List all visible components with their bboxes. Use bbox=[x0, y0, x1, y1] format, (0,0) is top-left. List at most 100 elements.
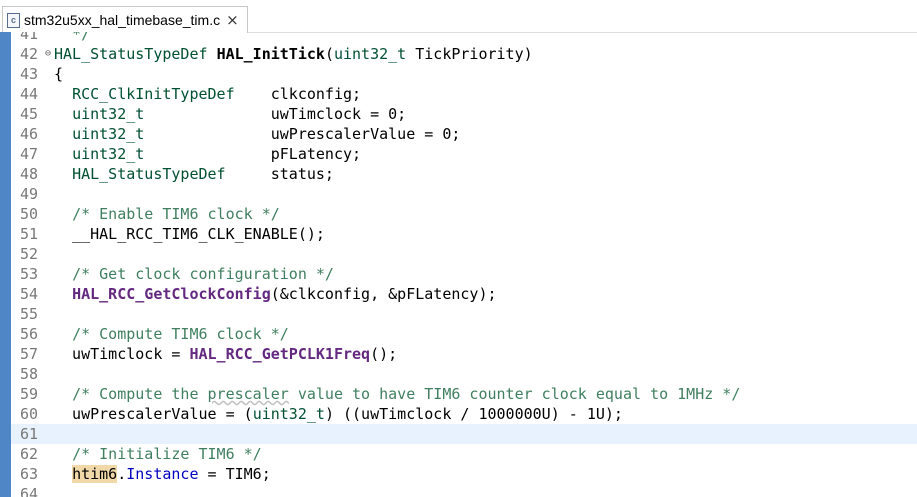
code-text: __HAL_RCC_TIM6_CLK_ENABLE(); bbox=[54, 224, 325, 244]
code-text: uwPrescalerValue = (uint32_t) ((uwTimclo… bbox=[54, 404, 623, 424]
line-number: 58 bbox=[20, 365, 39, 383]
code-line-53[interactable]: 53 /* Get clock configuration */ bbox=[11, 264, 917, 284]
line-number: 61 bbox=[20, 425, 39, 443]
code-text: */ bbox=[54, 32, 90, 44]
code-text: /* Enable TIM6 clock */ bbox=[54, 204, 280, 224]
code-line-45[interactable]: 45 uint32_t uwTimclock = 0; bbox=[11, 104, 917, 124]
code-line-43[interactable]: 43{ bbox=[11, 64, 917, 84]
code-text: uwTimclock = HAL_RCC_GetPCLK1Freq(); bbox=[54, 344, 397, 364]
code-token: (&clkconfig, &pFLatency); bbox=[270, 285, 497, 303]
code-token: clkconfig; bbox=[234, 85, 362, 103]
code-line-54[interactable]: 54 HAL_RCC_GetClockConfig(&clkconfig, &p… bbox=[11, 284, 917, 304]
code-token: */ bbox=[54, 32, 91, 43]
line-number: 64 bbox=[20, 485, 39, 497]
code-line-48[interactable]: 48 HAL_StatusTypeDef status; bbox=[11, 164, 917, 184]
code-token: /* Compute TIM6 clock */ bbox=[72, 325, 289, 343]
code-token: status; bbox=[225, 165, 334, 183]
code-token: /* Initialize TIM6 */ bbox=[72, 445, 262, 463]
code-token: pFLatency; bbox=[144, 145, 362, 163]
code-line-62[interactable]: 62 /* Initialize TIM6 */ bbox=[11, 444, 917, 464]
code-text: /* Compute the prescaler value to have T… bbox=[54, 384, 740, 404]
close-icon[interactable]: × bbox=[226, 11, 239, 29]
code-token: uwPrescalerValue = ( bbox=[54, 405, 253, 423]
code-line-49[interactable]: 49 bbox=[11, 184, 917, 204]
code-token: prescaler bbox=[207, 385, 289, 403]
code-text: /* Initialize TIM6 */ bbox=[54, 444, 262, 464]
c-file-icon: c bbox=[7, 12, 20, 28]
line-number: 49 bbox=[20, 185, 39, 203]
code-token: HAL_RCC_GetClockConfig bbox=[72, 285, 271, 303]
code-token: uint32_t bbox=[72, 125, 145, 143]
code-token: uint32_t bbox=[72, 145, 145, 163]
code-token: { bbox=[54, 65, 64, 83]
code-token: /* Enable TIM6 clock */ bbox=[72, 205, 280, 223]
code-line-64[interactable]: 64 bbox=[11, 484, 917, 497]
code-text: uint32_t uwPrescalerValue = 0; bbox=[54, 124, 460, 144]
code-line-63[interactable]: 63 htim6.Instance = TIM6; bbox=[11, 464, 917, 484]
line-number: 52 bbox=[20, 245, 39, 263]
line-number: 55 bbox=[20, 305, 39, 323]
code-token: TickPriority) bbox=[406, 45, 533, 63]
code-line-61[interactable]: 61 bbox=[11, 424, 917, 444]
code-token: (); bbox=[370, 345, 398, 363]
code-token: uint32_t bbox=[72, 105, 145, 123]
code-token: uint32_t bbox=[333, 45, 407, 63]
tab-title: stm32u5xx_hal_timebase_tim.c bbox=[24, 12, 221, 28]
code-token: . bbox=[117, 465, 127, 483]
code-text: RCC_ClkInitTypeDef clkconfig; bbox=[54, 84, 361, 104]
code-line-56[interactable]: 56 /* Compute TIM6 clock */ bbox=[11, 324, 917, 344]
code-editor[interactable]: 41 */42 ⊖ HAL_StatusTypeDef HAL_InitTick(u… bbox=[0, 32, 917, 497]
code-token: HAL_StatusTypeDef bbox=[72, 165, 226, 183]
code-line-52[interactable]: 52 bbox=[11, 244, 917, 264]
code-line-47[interactable]: 47 uint32_t pFLatency; bbox=[11, 144, 917, 164]
code-token: htim6 bbox=[72, 465, 118, 483]
code-text: uint32_t pFLatency; bbox=[54, 144, 361, 164]
code-line-59[interactable]: 59 /* Compute the prescaler value to hav… bbox=[11, 384, 917, 404]
code-line-42[interactable]: 42 ⊖ HAL_StatusTypeDef HAL_InitTick(uint32… bbox=[11, 44, 917, 64]
code-token: value to have TIM6 counter clock equal t… bbox=[288, 385, 741, 403]
code-token: ( bbox=[324, 45, 334, 63]
code-token: /* Get clock configuration */ bbox=[72, 265, 334, 283]
code-line-46[interactable]: 46 uint32_t uwPrescalerValue = 0; bbox=[11, 124, 917, 144]
code-token: HAL_RCC_GetPCLK1Freq bbox=[189, 345, 371, 363]
overview-ruler bbox=[0, 32, 11, 497]
code-text: HAL_RCC_GetClockConfig(&clkconfig, &pFLa… bbox=[54, 284, 497, 304]
editor-tab-bar: c stm32u5xx_hal_timebase_tim.c × bbox=[0, 0, 917, 33]
code-token: uwPrescalerValue = 0; bbox=[144, 125, 461, 143]
code-token: Instance bbox=[126, 465, 199, 483]
code-line-57[interactable]: 57 uwTimclock = HAL_RCC_GetPCLK1Freq(); bbox=[11, 344, 917, 364]
code-line-51[interactable]: 51 __HAL_RCC_TIM6_CLK_ENABLE(); bbox=[11, 224, 917, 244]
code-token: HAL_InitTick bbox=[216, 45, 325, 63]
code-text: htim6.Instance = TIM6; bbox=[54, 464, 271, 484]
code-token: = TIM6; bbox=[198, 465, 271, 483]
code-text: uint32_t uwTimclock = 0; bbox=[54, 104, 406, 124]
code-text: HAL_StatusTypeDef status; bbox=[54, 164, 334, 184]
code-line-44[interactable]: 44 RCC_ClkInitTypeDef clkconfig; bbox=[11, 84, 917, 104]
code-token: ) ((uwTimclock / 1000000U) - 1U); bbox=[324, 405, 623, 423]
code-line-58[interactable]: 58 bbox=[11, 364, 917, 384]
code-token: HAL_StatusTypeDef bbox=[54, 45, 208, 63]
code-line-41[interactable]: 41 */ bbox=[11, 32, 917, 44]
code-line-60[interactable]: 60 uwPrescalerValue = (uint32_t) ((uwTim… bbox=[11, 404, 917, 424]
code-text: HAL_StatusTypeDef HAL_InitTick(uint32_t … bbox=[54, 44, 533, 64]
code-token: __HAL_RCC_TIM6_CLK_ENABLE(); bbox=[54, 225, 325, 243]
code-token: uint32_t bbox=[252, 405, 325, 423]
editor-tab[interactable]: c stm32u5xx_hal_timebase_tim.c × bbox=[2, 6, 248, 33]
code-token: uwTimclock = 0; bbox=[144, 105, 407, 123]
code-text: /* Get clock configuration */ bbox=[54, 264, 334, 284]
fold-collapse-icon[interactable]: ⊖ bbox=[45, 44, 51, 64]
code-line-50[interactable]: 50 /* Enable TIM6 clock */ bbox=[11, 204, 917, 224]
code-line-55[interactable]: 55 bbox=[11, 304, 917, 324]
